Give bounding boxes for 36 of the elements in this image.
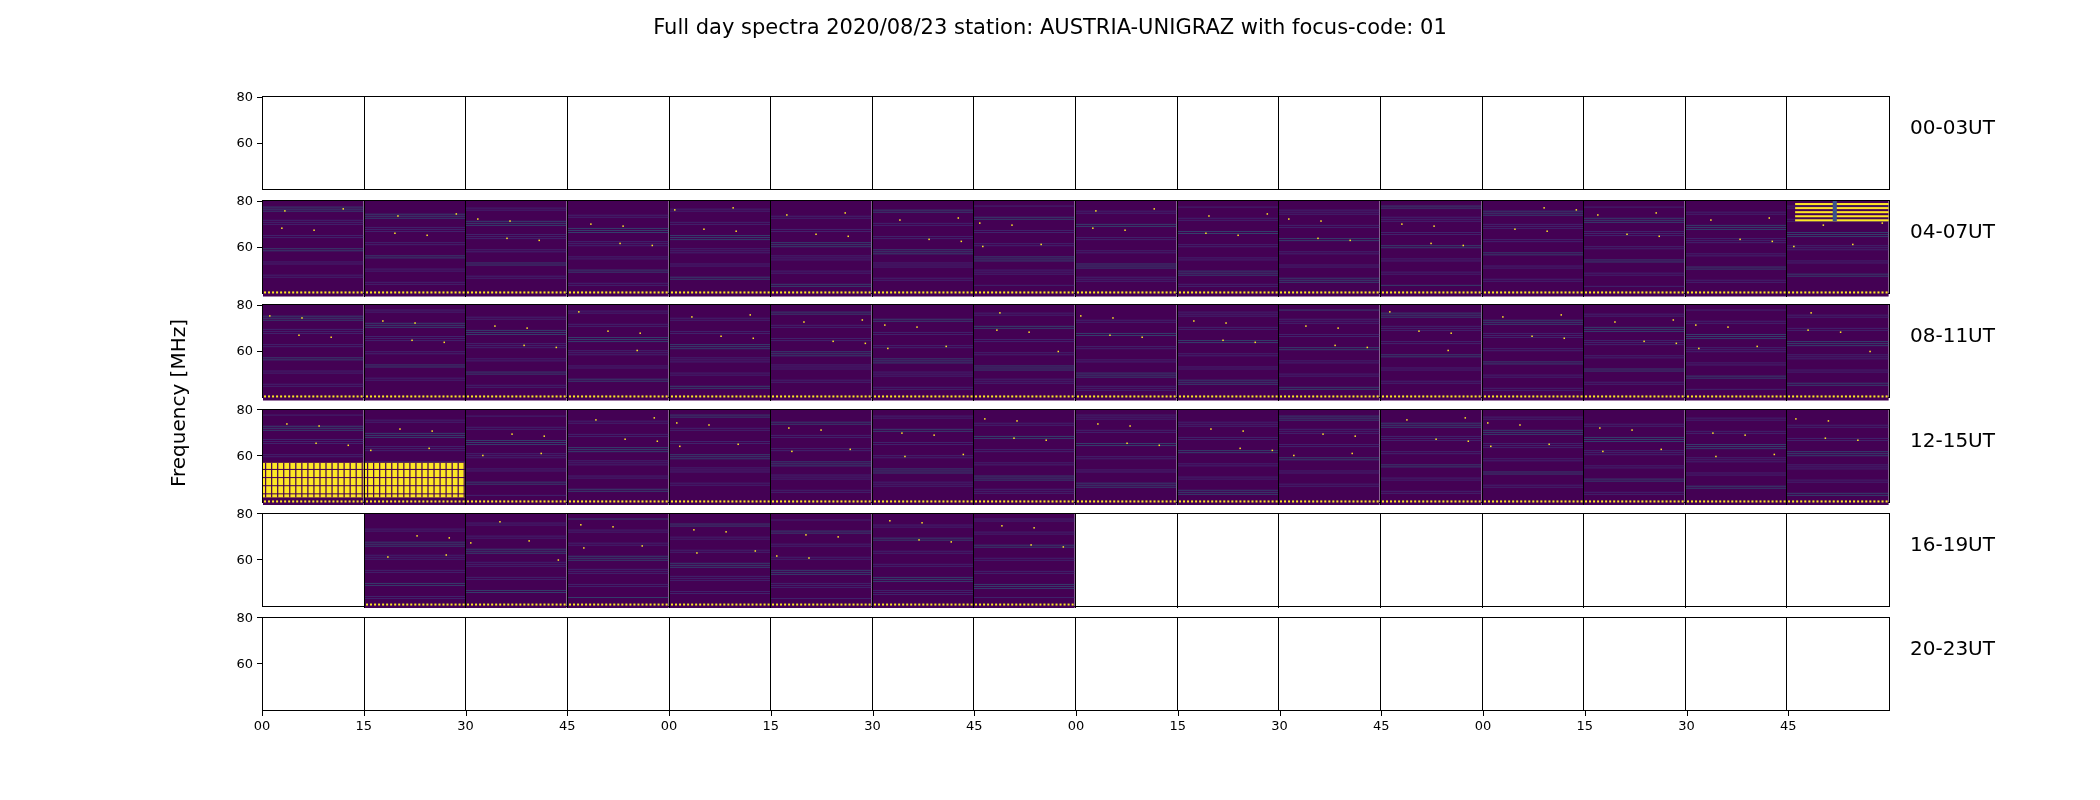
y-axis-label: Frequency [MHz] [166,319,190,488]
x-tick-label: 30 [1678,717,1695,736]
row-time-label: 12-15UT [1910,427,1995,452]
x-tick-label: 15 [1576,717,1593,736]
x-tick-label: 30 [864,717,881,736]
x-tick-label: 00 [660,717,678,736]
y-tick-label: 80 [236,89,253,105]
y-tick-label: 60 [236,343,253,360]
x-tick-label: 45 [1373,717,1390,736]
x-tick-label: 00 [253,717,271,736]
x-tick-label: 45 [559,717,576,736]
y-tick-label: 60 [236,551,253,568]
x-tick-label: 15 [762,717,779,736]
row-time-label: 08-11UT [1910,323,1995,348]
x-tick-label: 45 [966,717,983,736]
y-tick-label: 80 [236,297,253,314]
y-tick-label: 60 [236,447,253,464]
row-time-label: 16-19UT [1910,531,1995,556]
row-time-label: 04-07UT [1910,219,1995,244]
x-tick-label: 30 [1271,717,1288,736]
x-tick-label: 15 [355,717,372,736]
y-tick-label: 80 [236,193,253,210]
y-tick-label: 60 [236,135,253,151]
figure-title: Full day spectra 2020/08/23 station: AUSTRIA-UNIGRAZ with focus-code: 01 [653,14,1447,41]
x-tick-label: 00 [1474,717,1492,736]
x-tick-label: 15 [1169,717,1186,736]
y-tick-label: 60 [236,655,253,672]
x-tick-label: 45 [1780,717,1797,736]
row-time-label: 00-03UT [1910,115,1995,139]
row-time-label: 20-23UT [1910,635,1995,660]
x-tick-label: 00 [1067,717,1085,736]
x-tick-label: 30 [457,717,474,736]
y-tick-label: 80 [236,505,253,522]
y-tick-label: 80 [236,401,253,418]
y-tick-label: 80 [236,609,253,626]
y-tick-label: 60 [236,239,253,256]
